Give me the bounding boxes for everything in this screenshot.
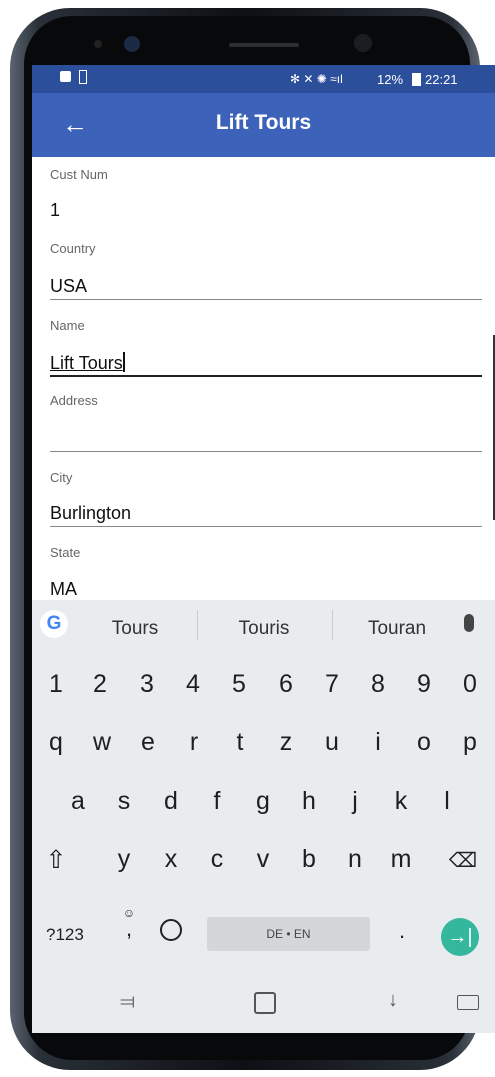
app-bar: ← Lift Tours [32,93,495,157]
battery-percent: 12% [377,72,404,87]
iris-camera [354,34,372,52]
key-8[interactable]: 8 [357,670,399,699]
key-d[interactable]: d [150,787,192,816]
keyboard-switch-icon[interactable] [457,995,479,1010]
key-n[interactable]: n [334,845,376,874]
period-key[interactable]: . [399,918,405,944]
key-c[interactable]: c [196,845,238,874]
country-label: Country [50,241,96,256]
country-underline [50,299,482,300]
key-u[interactable]: u [311,728,353,757]
key-r[interactable]: r [173,728,215,757]
keyboard: G Tours Touris Touran 1 2 3 4 5 6 7 8 9 … [32,600,495,1033]
key-w[interactable]: w [81,728,123,757]
city-input[interactable]: Burlington [50,503,131,524]
cust-num-value: 1 [50,200,61,220]
key-g[interactable]: g [242,787,284,816]
key-z[interactable]: z [265,728,307,757]
key-t[interactable]: t [219,728,261,757]
suggestion-1[interactable]: Tours [80,618,190,640]
battery-alert-icon [79,70,87,84]
key-y[interactable]: y [103,845,145,874]
suggestion-3[interactable]: Touran [342,618,452,640]
suggestion-2[interactable]: Touris [209,618,319,640]
text-cursor [122,352,125,372]
key-x[interactable]: x [150,845,192,874]
key-1[interactable]: 1 [35,670,77,699]
earpiece [229,43,299,47]
space-key[interactable]: DE • EN [207,917,370,951]
address-label: Address [50,393,98,408]
message-icon [60,71,71,82]
key-5[interactable]: 5 [218,670,260,699]
nav-bar: ⫤ ↓ [32,975,495,1033]
key-q[interactable]: q [35,728,77,757]
shift-key-icon[interactable]: ⇧ [35,845,77,875]
status-icons: ✻ ✕ ✺ ≈ıl [290,72,343,86]
key-a[interactable]: a [57,787,99,816]
key-j[interactable]: j [334,787,376,816]
clock: 22:21 [425,72,458,87]
city-underline [50,526,482,527]
key-o[interactable]: o [403,728,445,757]
key-0[interactable]: 0 [449,670,491,699]
key-f[interactable]: f [196,787,238,816]
key-v[interactable]: v [242,845,284,874]
key-h[interactable]: h [288,787,330,816]
state-label: State [50,545,81,560]
sensor-icon [94,40,102,48]
country-input[interactable]: USA [50,276,87,297]
enter-key[interactable]: →| [441,918,479,956]
cust-num-label: Cust Num [50,167,108,182]
name-label: Name [50,318,85,333]
key-9[interactable]: 9 [403,670,445,699]
key-m[interactable]: m [380,845,422,874]
key-k[interactable]: k [380,787,422,816]
address-underline [50,451,482,452]
symbols-key[interactable]: ?123 [46,925,84,945]
key-b[interactable]: b [288,845,330,874]
name-underline [50,375,482,377]
suggestion-divider [197,610,198,640]
battery-icon [412,73,421,86]
status-bar: ✻ ✕ ✺ ≈ıl 12% 22:21 [32,65,495,93]
google-icon[interactable]: G [40,610,68,638]
key-6[interactable]: 6 [265,670,307,699]
address-input[interactable] [50,427,480,449]
name-value: Lift Tours [50,353,123,373]
app-title: Lift Tours [215,111,312,134]
suggestion-divider [332,610,333,640]
globe-icon[interactable] [160,919,182,941]
hide-keyboard-icon[interactable]: ↓ [388,989,398,1012]
home-icon[interactable] [254,992,276,1014]
key-l[interactable]: l [426,787,468,816]
key-s[interactable]: s [103,787,145,816]
key-7[interactable]: 7 [311,670,353,699]
city-label: City [50,470,73,485]
key-3[interactable]: 3 [126,670,168,699]
comma-label: , [125,916,133,941]
key-p[interactable]: p [449,728,491,757]
name-input[interactable]: Lift Tours [50,352,125,374]
key-4[interactable]: 4 [172,670,214,699]
backspace-key-icon[interactable]: ⌫ [442,848,484,873]
microphone-icon[interactable] [464,614,474,632]
state-input[interactable]: MA [50,579,77,600]
key-e[interactable]: e [127,728,169,757]
recent-apps-icon[interactable]: ⫤ [120,991,135,1014]
key-i[interactable]: i [357,728,399,757]
front-camera [124,36,140,52]
key-2[interactable]: 2 [79,670,121,699]
emoji-comma-key[interactable]: ☺ , [118,906,140,941]
screen: ✻ ✕ ✺ ≈ıl 12% 22:21 ← Lift Tours Cust Nu… [32,65,495,1033]
